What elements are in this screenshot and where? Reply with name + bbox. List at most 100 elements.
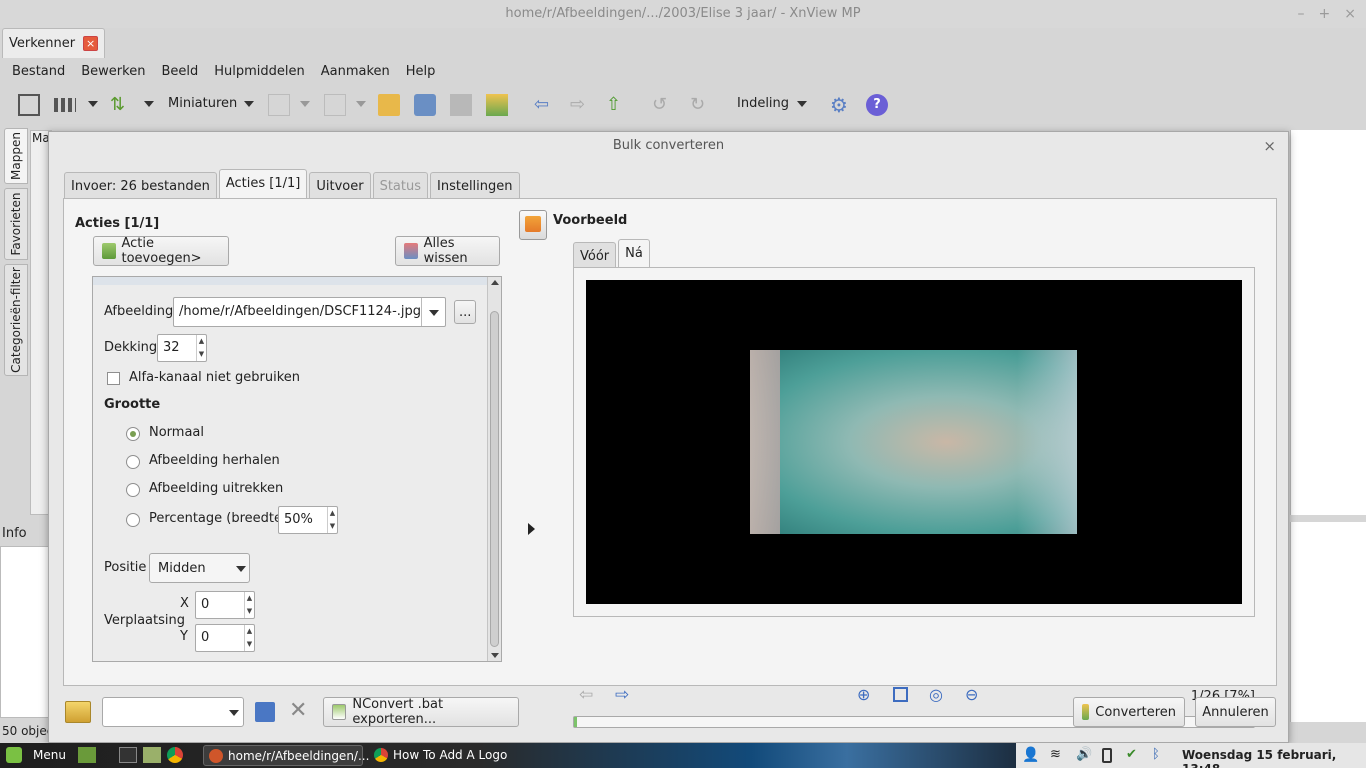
zoom-reset-icon[interactable]: ◎ [929, 685, 943, 704]
collapse-arrow-icon[interactable] [528, 523, 535, 535]
show-desktop-icon[interactable] [78, 747, 96, 763]
user-icon[interactable]: 👤 [1022, 747, 1039, 763]
arrow-left-icon[interactable]: ⇦ [534, 94, 556, 116]
menu-help[interactable]: Help [398, 60, 444, 84]
radio-stretch[interactable] [126, 483, 140, 497]
grid-view-icon[interactable] [54, 98, 76, 112]
menu-beeld[interactable]: Beeld [153, 60, 206, 84]
tab-after[interactable]: Ná [618, 239, 650, 269]
alpha-checkbox[interactable] [107, 372, 120, 385]
maximize-button[interactable]: + [1319, 0, 1331, 28]
tab-verkenner[interactable]: Verkenner × [2, 28, 106, 58]
thumbnails-dropdown[interactable]: Miniaturen [168, 96, 237, 111]
close-window-button[interactable]: × [1344, 0, 1356, 28]
sort-icon[interactable]: ⇅ [110, 94, 132, 116]
bluetooth-icon[interactable]: ᛒ [1152, 747, 1160, 762]
rotate-right-icon[interactable]: ↻ [690, 94, 712, 116]
files-icon[interactable] [143, 747, 161, 763]
open-folder-icon[interactable] [65, 701, 91, 723]
offset-x-spinbox[interactable]: 0 ▲ ▼ [195, 591, 255, 619]
clock[interactable]: Woensdag 15 februari, 13:48 [1182, 748, 1366, 768]
arrow-right-icon[interactable]: ⇨ [570, 94, 592, 116]
scroll-up-icon[interactable] [491, 280, 499, 285]
delete-icon[interactable]: ✕ [289, 698, 307, 723]
start-menu-button[interactable]: Menu [33, 748, 66, 762]
minimize-button[interactable]: – [1298, 0, 1305, 28]
gear-icon[interactable]: ⚙ [830, 94, 852, 116]
menu-aanmaken[interactable]: Aanmaken [313, 60, 398, 84]
task-xnview[interactable]: home/r/Afbeeldingen/... [203, 745, 369, 766]
cancel-button[interactable]: Annuleren [1195, 697, 1276, 727]
battery-icon[interactable] [1102, 748, 1112, 763]
arrow-up-icon[interactable]: ⇧ [606, 94, 628, 116]
rotate-left-icon[interactable]: ↺ [652, 94, 674, 116]
radio-percentage[interactable] [126, 513, 140, 527]
radio-normal[interactable] [126, 427, 140, 441]
percentage-stepper[interactable]: ▲ ▼ [327, 507, 337, 533]
position-select[interactable]: Midden [149, 553, 250, 583]
chevron-down-icon[interactable] [797, 101, 807, 107]
bookmark-icon[interactable] [324, 94, 346, 116]
preset-select[interactable] [102, 697, 244, 727]
menu-hulpmiddelen[interactable]: Hulpmiddelen [206, 60, 313, 84]
zoom-out-icon[interactable]: ⊖ [965, 685, 978, 704]
radio-tile[interactable] [126, 455, 140, 469]
browse-button[interactable]: ... [454, 300, 476, 324]
preview-toggle-button[interactable] [519, 210, 547, 240]
chevron-down-icon[interactable] [244, 101, 254, 107]
camera-icon[interactable] [414, 94, 436, 116]
terminal-icon[interactable] [119, 747, 137, 763]
filter-icon[interactable] [268, 94, 290, 116]
chevron-down-icon[interactable] [356, 101, 366, 107]
copy-icon[interactable] [450, 94, 472, 116]
side-tab-favorieten[interactable]: Favorieten [4, 188, 28, 260]
save-icon[interactable] [255, 702, 275, 722]
clear-all-button[interactable]: Alles wissen [395, 236, 500, 266]
convert-icon[interactable] [486, 94, 508, 116]
tab-close-icon[interactable]: × [83, 36, 99, 51]
dialog-close-icon[interactable]: × [1263, 137, 1276, 155]
chevron-down-icon[interactable] [300, 101, 310, 107]
chrome-icon[interactable] [167, 747, 183, 763]
folder-tree-icon[interactable] [378, 94, 400, 116]
layout-dropdown[interactable]: Indeling [737, 96, 789, 111]
offset-y-spinbox[interactable]: 0 ▲ ▼ [195, 624, 255, 652]
scroll-down-icon[interactable] [491, 653, 499, 658]
update-check-icon[interactable]: ✔ [1126, 747, 1137, 762]
help-icon[interactable]: ? [866, 94, 888, 116]
cancel-label: Annuleren [1202, 704, 1269, 720]
prev-image-icon[interactable]: ⇦ [579, 685, 593, 705]
fullscreen-icon[interactable] [18, 94, 40, 116]
side-tab-mappen[interactable]: Mappen [4, 128, 28, 184]
scrollbar[interactable] [487, 277, 501, 661]
side-tab-categorieen[interactable]: Categorieën-filter [4, 264, 28, 376]
tab-settings[interactable]: Instellingen [430, 172, 520, 199]
chevron-down-icon[interactable] [88, 101, 98, 107]
menu-bewerken[interactable]: Bewerken [73, 60, 153, 84]
offset-y-stepper[interactable]: ▲ ▼ [244, 625, 254, 651]
tab-output[interactable]: Uitvoer [309, 172, 371, 199]
export-bat-button[interactable]: NConvert .bat exporteren... [323, 697, 519, 727]
scroll-thumb[interactable] [490, 311, 499, 647]
wifi-icon[interactable]: ≋ [1050, 747, 1061, 762]
opacity-stepper[interactable]: ▲ ▼ [196, 335, 206, 361]
image-path-dropdown[interactable] [421, 298, 445, 326]
action-header[interactable] [93, 277, 488, 285]
tab-status[interactable]: Status [372, 172, 428, 199]
task-chrome[interactable]: How To Add A Logo ... [369, 745, 523, 766]
image-path-field[interactable]: /home/r/Afbeeldingen/DSCF1124-.jpg [173, 297, 446, 327]
chevron-down-icon[interactable] [144, 101, 154, 107]
zoom-in-icon[interactable]: ⊕ [857, 685, 870, 704]
volume-icon[interactable]: 🔊 [1076, 747, 1092, 762]
percentage-spinbox[interactable]: 50% ▲ ▼ [278, 506, 338, 534]
tab-before[interactable]: Vóór [573, 242, 617, 269]
offset-x-stepper[interactable]: ▲ ▼ [244, 592, 254, 618]
tab-input[interactable]: Invoer: 26 bestanden [64, 172, 217, 199]
next-image-icon[interactable]: ⇨ [615, 685, 629, 705]
fit-window-icon[interactable] [893, 687, 908, 702]
tab-actions[interactable]: Acties [1/1] [218, 169, 308, 199]
opacity-spinbox[interactable]: 32 ▲ ▼ [157, 334, 207, 362]
convert-button[interactable]: Converteren [1073, 697, 1185, 727]
menu-bestand[interactable]: Bestand [4, 60, 73, 84]
add-action-button[interactable]: Actie toevoegen> [93, 236, 229, 266]
